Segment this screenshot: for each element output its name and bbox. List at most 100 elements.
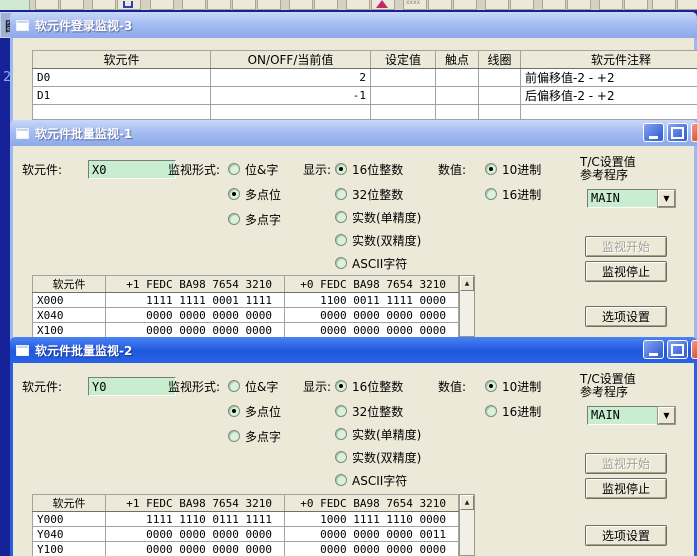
toolbar-button[interactable] [232,0,256,10]
radio-multi-bit[interactable]: 多点位 [228,403,281,419]
comment-cell[interactable] [521,105,697,120]
device-input[interactable] [88,377,176,396]
comment-cell[interactable]: 前偏移值-2 - +2 [521,69,697,87]
plus0-cell[interactable]: 1100 0011 1111 0000 [285,293,459,308]
toolbar-button[interactable] [257,0,281,10]
radio-ascii[interactable]: ASCII字符 [335,255,407,271]
close-button[interactable] [691,340,697,359]
radio-ascii[interactable]: ASCII字符 [335,472,407,488]
toolbar-button[interactable] [182,0,206,10]
window-titlebar[interactable]: 软元件登录监视-3 [10,12,697,38]
device-input[interactable] [88,160,176,179]
radio-multi-word[interactable]: 多点字 [228,211,281,227]
toolbar-button[interactable] [60,0,84,10]
toolbar-button[interactable] [510,0,534,10]
device-cell[interactable]: X100 [33,323,106,338]
minimize-button[interactable] [643,340,664,359]
radio-multi-word[interactable]: 多点字 [228,428,281,444]
toolbar-button[interactable] [92,0,116,10]
device-cell[interactable]: D0 [33,69,211,87]
window-titlebar[interactable]: 软元件批量监视-1 [10,120,697,146]
plus0-cell[interactable]: 0000 0000 0000 0000 [285,323,459,338]
monitor-stop-button[interactable]: 监视停止 [585,261,667,282]
radio-real-double[interactable]: 实数(双精度) [335,449,421,465]
coil-cell[interactable] [479,69,521,87]
radio-16bit-int[interactable]: 16位整数 [335,161,403,177]
toolbar-button[interactable] [428,0,452,10]
toolbar-button[interactable] [542,0,566,10]
toolbar-button[interactable] [207,0,231,10]
radio-real-single[interactable]: 实数(单精度) [335,426,421,442]
radio-multi-bit[interactable]: 多点位 [228,186,281,202]
close-button[interactable] [691,123,697,142]
toolbar-button[interactable] [453,0,477,10]
radio-bit-word[interactable]: 位&字 [228,378,278,394]
maximize-button[interactable] [667,123,688,142]
device-cell[interactable]: X000 [33,293,106,308]
contact-cell[interactable] [436,105,479,120]
contact-cell[interactable] [436,69,479,87]
coil-cell[interactable] [479,105,521,120]
plus0-cell[interactable]: 0000 0000 0000 0000 [285,308,459,323]
device-cell[interactable]: Y100 [33,542,106,556]
maximize-button[interactable] [667,340,688,359]
value-cell[interactable]: 2 [211,69,371,87]
plus0-cell[interactable]: 0000 0000 0000 0011 [285,527,459,542]
toolbar-button[interactable] [117,0,141,10]
comment-cell[interactable]: 后偏移值-2 - +2 [521,87,697,105]
toolbar-button[interactable] [567,0,591,10]
setval-cell[interactable] [371,69,436,87]
dropdown-arrow-icon[interactable]: ▼ [658,407,675,424]
plus1-cell[interactable]: 1111 1110 0111 1111 [106,512,285,527]
plus1-cell[interactable]: 1111 1111 0001 1111 [106,293,285,308]
plus1-cell[interactable]: 0000 0000 0000 0000 [106,527,285,542]
toolbar-button[interactable] [624,0,648,10]
radio-hexadecimal[interactable]: 16进制 [485,186,541,202]
radio-16bit-int[interactable]: 16位整数 [335,378,403,394]
radio-hexadecimal[interactable]: 16进制 [485,403,541,419]
scroll-up-icon[interactable]: ▲ [460,276,474,291]
plus1-cell[interactable]: 0000 0000 0000 0000 [106,542,285,556]
radio-32bit-int[interactable]: 32位整数 [335,186,403,202]
monitor-start-button[interactable]: 监视开始 [585,236,667,257]
radio-bit-word[interactable]: 位&字 [228,161,278,177]
plus0-cell[interactable]: 1000 1111 1110 0000 [285,512,459,527]
toolbar-button[interactable] [35,0,59,10]
plus0-cell[interactable]: 0000 0000 0000 0000 [285,542,459,556]
toolbar-button[interactable] [314,0,338,10]
coil-cell[interactable] [479,87,521,105]
plus1-cell[interactable]: 0000 0000 0000 0000 [106,308,285,323]
value-cell[interactable]: -1 [211,87,371,105]
monitor-stop-button[interactable]: 监视停止 [585,478,667,499]
program-select[interactable]: MAIN ▼ [587,189,676,208]
table-scrollbar[interactable]: ▲ [459,494,475,556]
value-cell[interactable] [211,105,371,120]
device-cell[interactable] [33,105,211,120]
table-scrollbar[interactable]: ▲ [459,275,475,337]
plus1-cell[interactable]: 0000 0000 0000 0000 [106,323,285,338]
scroll-up-icon[interactable]: ▲ [460,495,474,510]
toolbar-button[interactable] [150,0,174,10]
option-settings-button[interactable]: 选项设置 [585,306,667,327]
program-select[interactable]: MAIN ▼ [587,406,676,425]
setval-cell[interactable] [371,105,436,120]
dropdown-arrow-icon[interactable]: ▼ [658,190,675,207]
radio-decimal[interactable]: 10进制 [485,161,541,177]
option-settings-button[interactable]: 选项设置 [585,525,667,546]
device-cell[interactable]: D1 [33,87,211,105]
device-cell[interactable]: Y040 [33,527,106,542]
minimize-button[interactable] [643,123,664,142]
toolbar-button[interactable] [485,0,509,10]
toolbar-button[interactable] [677,0,697,10]
device-cell[interactable]: Y000 [33,512,106,527]
toolbar-button[interactable] [289,0,313,10]
setval-cell[interactable] [371,87,436,105]
toolbar-button[interactable] [599,0,623,10]
radio-decimal[interactable]: 10进制 [485,378,541,394]
radio-real-single[interactable]: 实数(单精度) [335,209,421,225]
toolbar-button[interactable] [346,0,370,10]
toolbar-button[interactable]: xxxx [403,0,427,10]
contact-cell[interactable] [436,87,479,105]
device-cell[interactable]: X040 [33,308,106,323]
toolbar-button[interactable] [652,0,676,10]
